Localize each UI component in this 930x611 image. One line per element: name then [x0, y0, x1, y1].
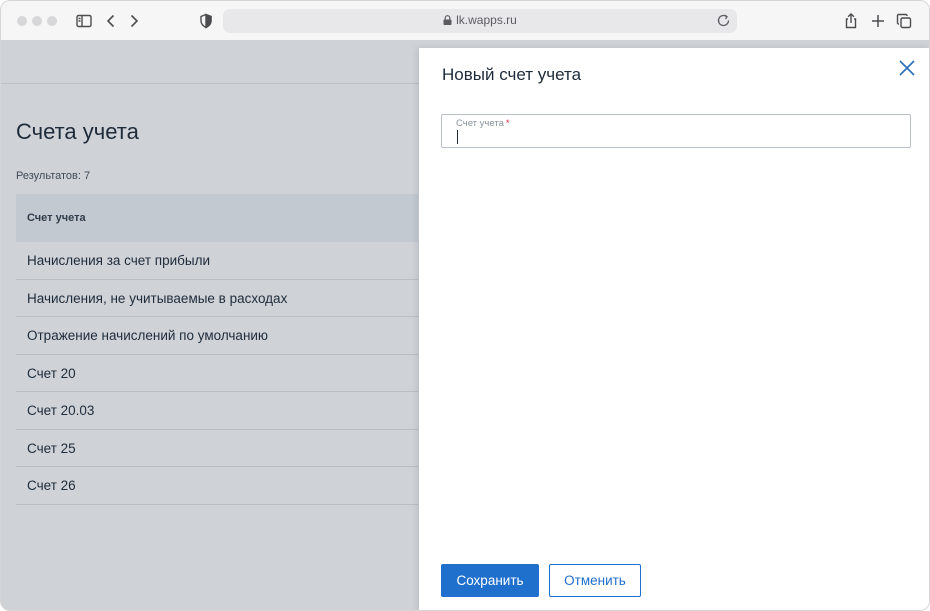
save-button[interactable]: Сохранить [441, 564, 539, 597]
account-field-label: Счет учета * [456, 118, 510, 129]
reload-icon[interactable] [716, 13, 731, 28]
forward-icon[interactable] [125, 12, 143, 30]
required-mark: * [505, 118, 510, 129]
zoom-window-button[interactable] [47, 16, 57, 26]
cancel-button[interactable]: Отменить [549, 564, 641, 597]
shield-icon[interactable] [197, 12, 215, 30]
table-row[interactable]: Начисления за счет прибыли [16, 242, 418, 280]
close-window-button[interactable] [17, 16, 27, 26]
table-row[interactable]: Счет 26 [16, 467, 418, 505]
new-account-drawer: Новый счет учета Счет учета * Сохранить О… [419, 48, 929, 610]
account-field[interactable]: Счет учета * [441, 114, 911, 148]
browser-toolbar: lk.wapps.ru [1, 1, 929, 40]
account-input[interactable] [456, 129, 896, 145]
back-icon[interactable] [102, 12, 120, 30]
address-bar[interactable]: lk.wapps.ru [223, 9, 737, 33]
close-icon[interactable] [897, 58, 917, 78]
table-row[interactable]: Счет 25 [16, 430, 418, 467]
sidebar-icon[interactable] [75, 12, 93, 30]
minimize-window-button[interactable] [32, 16, 42, 26]
results-count: Результатов: 7 [16, 170, 91, 182]
table-row[interactable]: Начисления, не учитываемые в расходах [16, 280, 418, 317]
browser-window: lk.wapps.ru Счета учета Результатов: 7 С… [0, 0, 930, 611]
tabs-icon[interactable] [895, 12, 913, 30]
url-text: lk.wapps.ru [456, 13, 517, 27]
drawer-title: Новый счет учета [442, 65, 582, 84]
page-title: Счета учета [16, 119, 139, 144]
lock-icon [443, 14, 452, 25]
table-row[interactable]: Отражение начислений по умолчанию [16, 317, 418, 355]
table-row[interactable]: Счет 20.03 [16, 392, 418, 430]
table-row[interactable]: Счет 20 [16, 355, 418, 392]
share-icon[interactable] [842, 12, 860, 30]
new-tab-icon[interactable] [869, 12, 887, 30]
accounts-table: Счет учета Начисления за счет прибыли На… [16, 194, 418, 505]
table-header-account[interactable]: Счет учета [16, 194, 418, 242]
